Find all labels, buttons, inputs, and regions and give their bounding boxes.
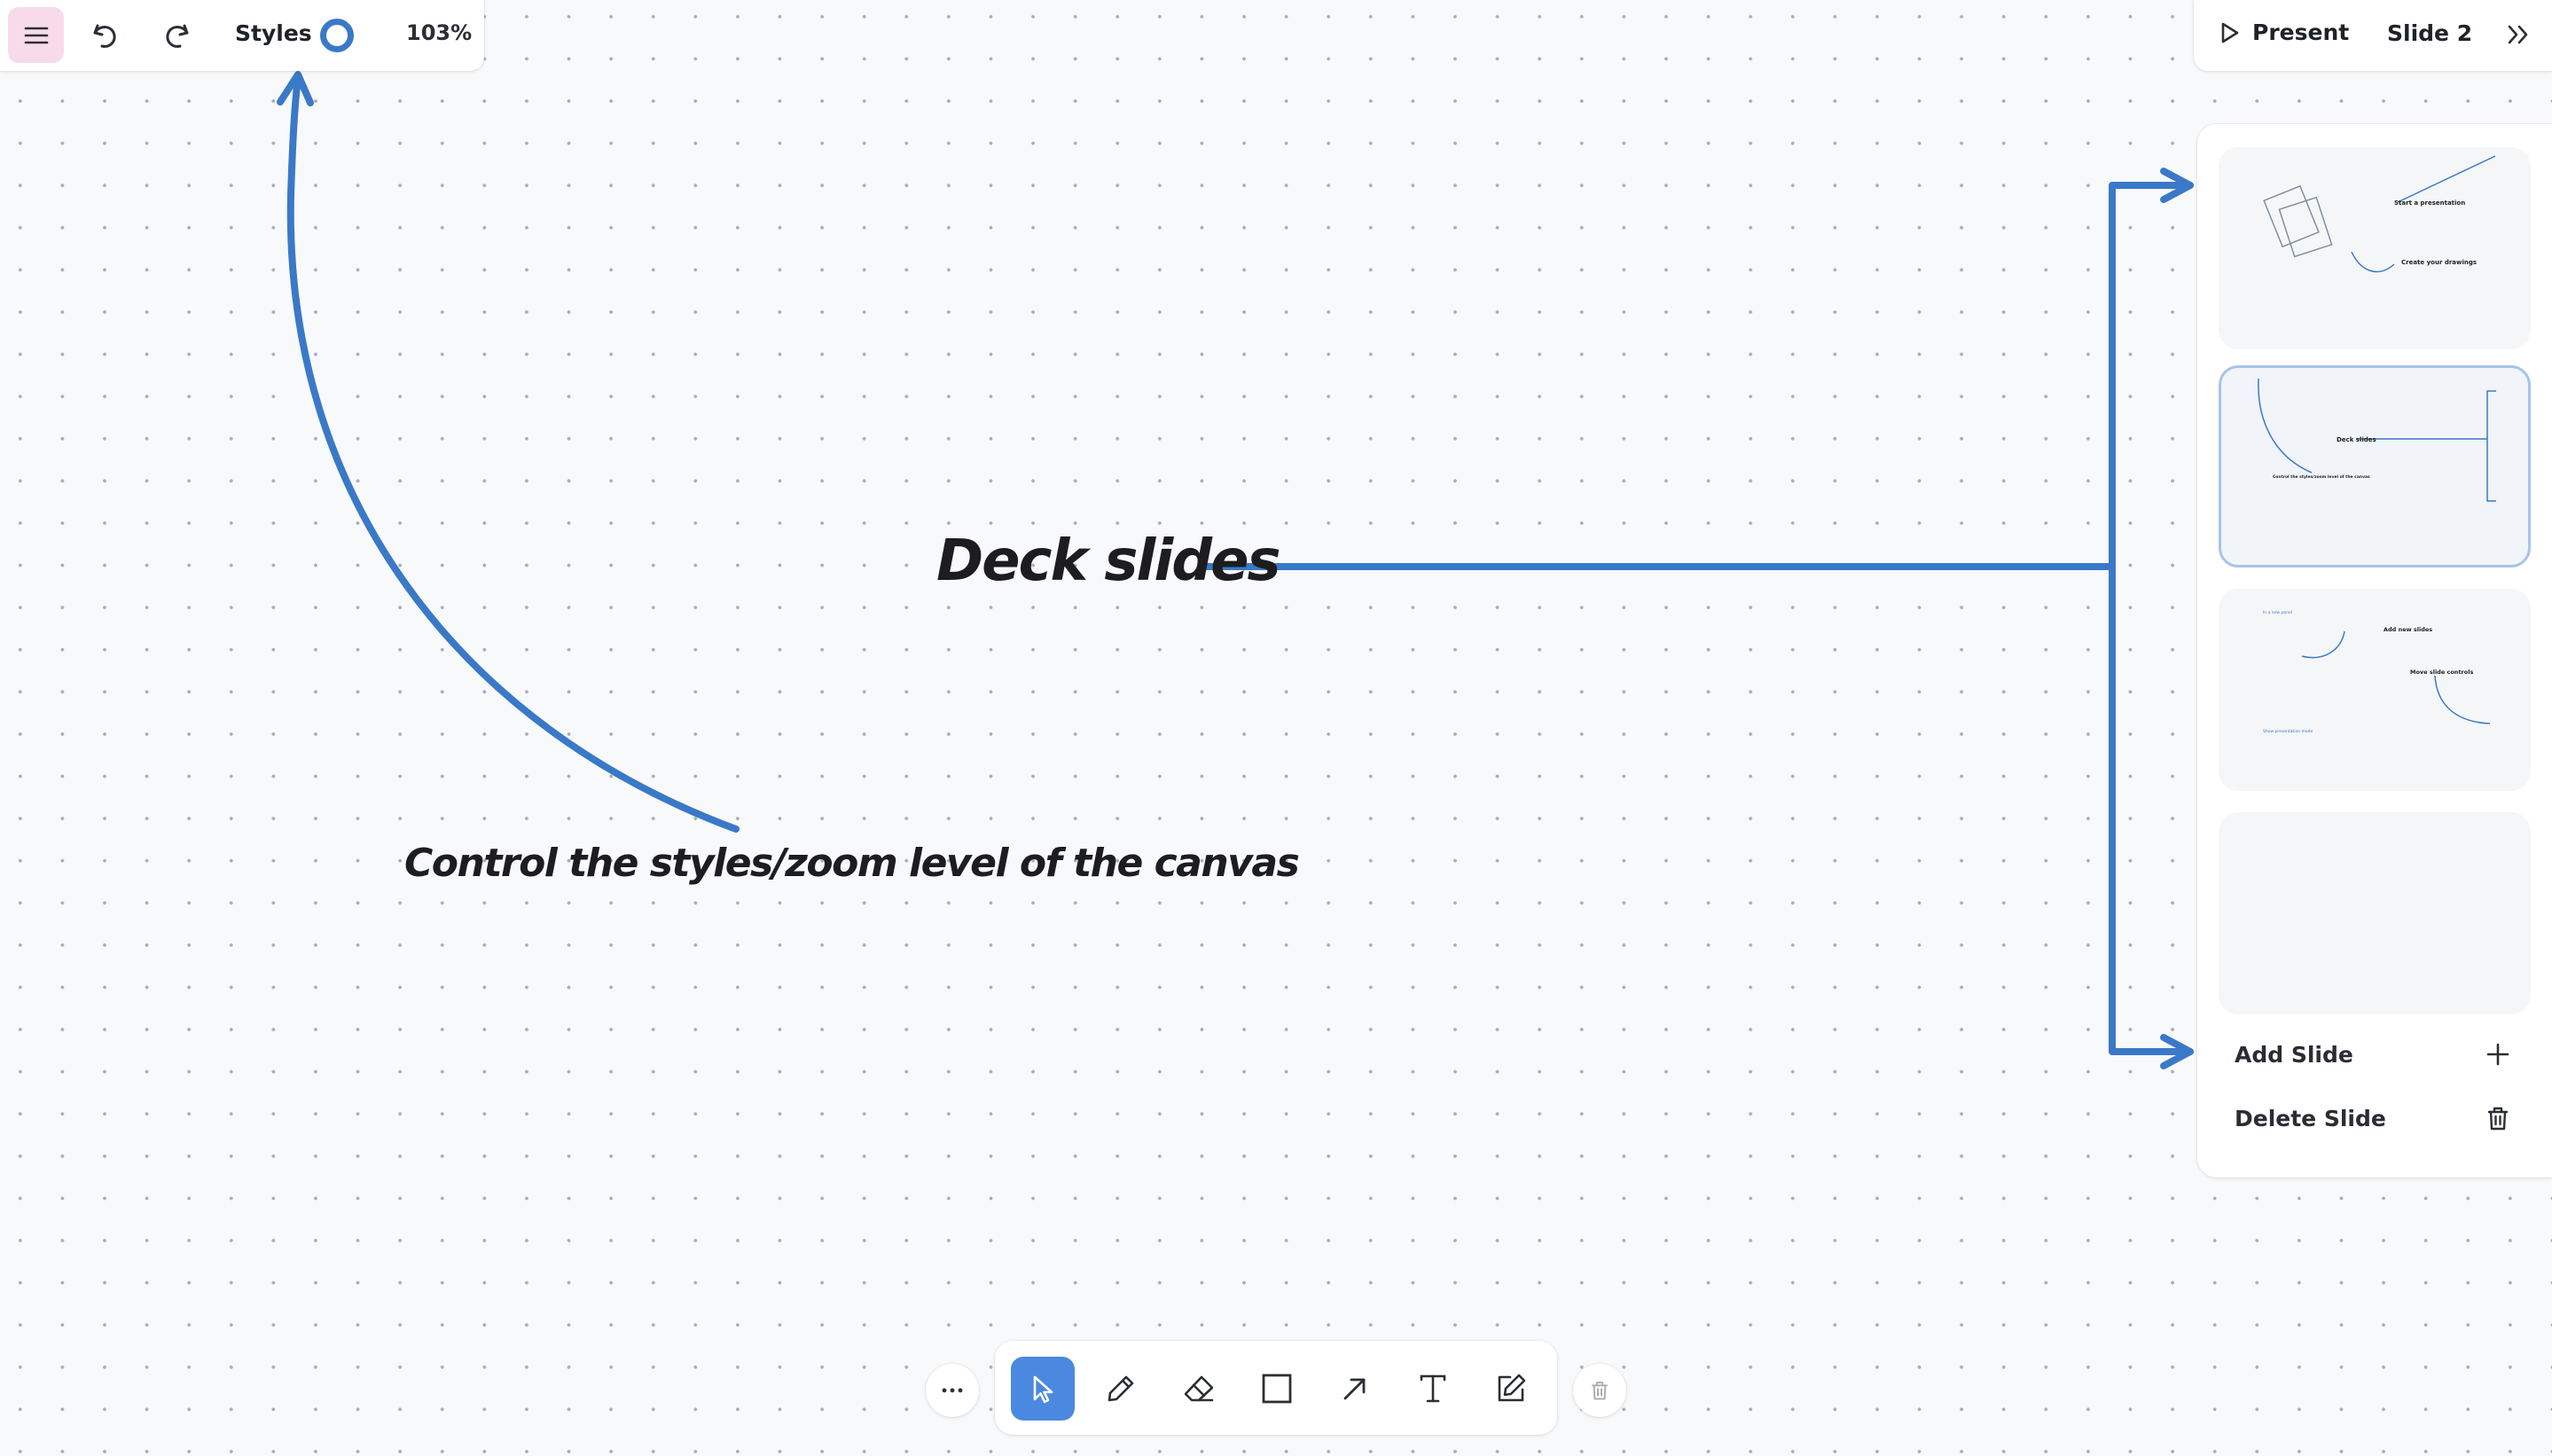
more-options-button[interactable] (926, 1364, 979, 1417)
slide-thumbnail-3[interactable]: Add new slides Move slide controls In a … (2219, 589, 2531, 791)
thumb1-text-1: Start a presentation (2394, 200, 2465, 207)
present-label: Present (2252, 20, 2350, 45)
slide-thumbnail-2[interactable]: Deck slides Control the styles/zoom leve… (2219, 365, 2531, 568)
chevrons-right-icon (2504, 20, 2534, 50)
text-tool[interactable] (1401, 1357, 1465, 1421)
rectangle-tool[interactable] (1245, 1357, 1309, 1421)
note-tool[interactable] (1479, 1357, 1543, 1421)
hamburger-icon (23, 25, 50, 46)
arrow-tool[interactable] (1323, 1357, 1387, 1421)
zoom-level[interactable]: 103% (406, 20, 472, 45)
top-toolbar: Styles 103% (0, 0, 484, 71)
undo-icon (88, 18, 123, 53)
play-icon (2219, 21, 2240, 44)
ellipsis-icon (941, 1387, 964, 1394)
add-slide-button[interactable]: Add Slide (2235, 1041, 2511, 1068)
thumb3-text-1: Add new slides (2384, 626, 2432, 633)
redo-icon (159, 18, 194, 53)
thumb3-text-2: Move slide controls (2410, 669, 2473, 676)
trash-icon (2485, 1105, 2511, 1131)
eraser-tool[interactable] (1167, 1357, 1231, 1421)
delete-selection-button[interactable] (1573, 1364, 1626, 1417)
presentation-controls: Present Slide 2 (2194, 0, 2552, 71)
thumb1-text-2: Create your drawings (2401, 259, 2477, 266)
deck-bracket (2109, 182, 2194, 1055)
thumb3-text-4: Show presentation mode (2263, 729, 2313, 734)
cursor-icon (1027, 1373, 1059, 1405)
undo-button[interactable] (88, 18, 123, 53)
present-button[interactable]: Present (2219, 20, 2349, 45)
slide-thumbnail-4[interactable] (2219, 812, 2531, 1014)
add-slide-label: Add Slide (2235, 1041, 2353, 1068)
slides-panel: Start a presentation Create your drawing… (2197, 124, 2552, 1178)
canvas-drawings (277, 71, 2194, 1069)
pencil-icon (1105, 1373, 1137, 1405)
trash-icon (1589, 1380, 1610, 1401)
rectangle-icon (1261, 1373, 1293, 1405)
drawing-tools-bar (995, 1341, 1557, 1435)
slide-thumbnail-1[interactable]: Start a presentation Create your drawing… (2219, 147, 2531, 349)
deck-slides-heading[interactable]: Deck slides (936, 528, 1281, 594)
select-tool[interactable] (1011, 1357, 1075, 1421)
curved-arrow-to-styles (286, 74, 740, 833)
control-styles-note[interactable]: Control the styles/zoom level of the can… (404, 841, 1300, 886)
delete-slide-button[interactable]: Delete Slide (2235, 1105, 2511, 1131)
thumb3-text-3: In a new panel (2263, 610, 2292, 615)
arrow-icon (1339, 1373, 1371, 1405)
eraser-icon (1182, 1373, 1216, 1405)
thumb2-text-1: Deck slides (2337, 436, 2376, 443)
plus-icon (2485, 1041, 2511, 1068)
style-color-swatch[interactable] (320, 19, 354, 52)
current-slide-indicator[interactable]: Slide 2 (2387, 20, 2472, 46)
text-icon (1417, 1373, 1449, 1405)
note-edit-icon (1494, 1372, 1528, 1405)
redo-button[interactable] (159, 18, 194, 53)
styles-button[interactable]: Styles (235, 20, 312, 46)
pencil-tool[interactable] (1089, 1357, 1153, 1421)
thumb2-text-2: Control the styles/zoom level of the can… (2273, 474, 2370, 480)
delete-slide-label: Delete Slide (2235, 1105, 2386, 1131)
menu-button[interactable] (8, 7, 64, 63)
collapse-panel-button[interactable] (2504, 20, 2534, 50)
